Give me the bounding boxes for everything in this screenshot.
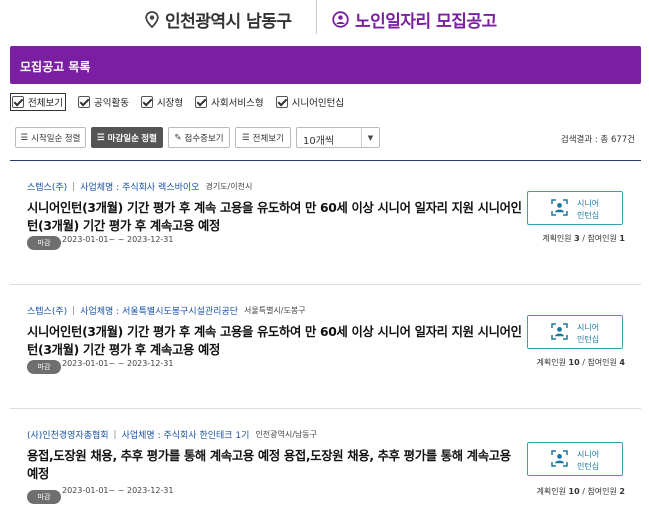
post-period: 2023-01-01~ ~ 2023-12-31 [62, 359, 174, 368]
sort-by-start-button[interactable]: ☰ 시작일순 정렬 [15, 127, 86, 148]
checkbox-checked-icon [275, 96, 288, 108]
region-name: 인천광역시 남동구 [165, 12, 292, 32]
checkbox-checked-icon [77, 96, 90, 108]
post-title[interactable]: 시니어인턴(3개월) 기간 평가 후 계속 고용을 유도하여 만 60세 이상 … [27, 323, 523, 359]
filter-public-activity-checkbox[interactable]: 공익활동 [77, 95, 129, 109]
caret-down-icon: ▼ [361, 128, 379, 147]
job-type-button[interactable]: 시니어 인턴십 [527, 315, 623, 349]
post-period: 2023-01-01~ ~ 2023-12-31 [62, 235, 174, 244]
list-top-rule [10, 160, 641, 161]
headcount: 계획인원 3 / 참여인원 1 [542, 234, 625, 243]
page-size-value: 10개씩 [303, 136, 335, 147]
filter-social-service-checkbox[interactable]: 사회서비스형 [195, 95, 264, 109]
filter-checkboxes: 전체보기 공익활동 시장형 사회서비스형 시니어인턴십 [10, 93, 356, 111]
post-period: 2023-01-01~ ~ 2023-12-31 [62, 486, 174, 495]
list-icon: ☰ [97, 132, 105, 142]
header-divider [316, 0, 317, 34]
checkbox-checked-icon [12, 96, 24, 108]
checkbox-checked-icon [195, 96, 208, 108]
org-name[interactable]: 스텝스(주) [27, 180, 67, 193]
business-name: 사업체명 : 주식회사 렉스바이오 [80, 183, 200, 193]
job-type-button[interactable]: 시니어 인턴십 [527, 191, 623, 225]
site-header: 인천광역시 남동구 노인일자리 모집공고 [0, 0, 649, 40]
list-title: 모집공고 목록 [20, 60, 91, 74]
pencil-icon: ✎ [174, 132, 182, 142]
page-size-select[interactable]: 10개씩 ▼ [296, 127, 380, 148]
filter-all-checkbox[interactable]: 전체보기 [10, 93, 66, 111]
service-title[interactable]: 노인일자리 모집공고 [332, 7, 497, 32]
service-name: 노인일자리 모집공고 [355, 12, 497, 32]
location: 인천광역시/남동구 [255, 430, 318, 439]
checkbox-checked-icon [140, 96, 153, 108]
person-frame-icon [551, 323, 568, 340]
job-type-button[interactable]: 시니어 인턴십 [527, 442, 623, 476]
status-badge: 마감 [27, 360, 61, 374]
status-badge: 마감 [27, 490, 61, 504]
post-meta: (사)인천경영자총협회 | 사업체명 : 주식회사 한인테크 1기 인천광역시/… [27, 428, 318, 442]
accepting-only-button[interactable]: ✎ 접수중보기 [168, 127, 230, 148]
business-name: 사업체명 : 서울특별시도봉구시설관리공단 [80, 307, 238, 317]
item-divider [10, 284, 641, 285]
meta-separator: | [72, 305, 76, 316]
filter-senior-intern-checkbox[interactable]: 시니어인턴십 [275, 95, 344, 109]
list-icon: ☰ [20, 132, 29, 142]
person-frame-icon [551, 199, 568, 216]
person-frame-icon [551, 450, 568, 467]
item-divider [10, 408, 641, 409]
location: 경기도/이천시 [205, 182, 253, 191]
business-name: 사업체명 : 주식회사 한인테크 1기 [121, 431, 250, 441]
list-title-bar: 모집공고 목록 [10, 46, 641, 84]
result-count: 검색결과 : 총 677건 [560, 135, 635, 145]
person-icon [332, 11, 349, 28]
sort-toolbar: ☰ 시작일순 정렬 ☰ 마감일순 정렬 ✎ 접수중보기 ☰ 전체보기 10개씩 … [15, 127, 641, 148]
post-meta: 스텝스(주) | 사업체명 : 주식회사 렉스바이오 경기도/이천시 [27, 180, 253, 194]
list-icon: ☰ [242, 132, 250, 142]
meta-separator: | [72, 181, 76, 192]
headcount: 계획인원 10 / 참여인원 4 [536, 358, 625, 367]
location: 서울특별시/도봉구 [244, 306, 306, 315]
region-selector[interactable]: 인천광역시 남동구 [145, 7, 292, 32]
post-title[interactable]: 용접,도장원 채용, 추후 평가를 통해 계속고용 예정 용접,도장원 채용, … [27, 447, 523, 483]
post-title[interactable]: 시니어인턴(3개월) 기간 평가 후 계속 고용을 유도하여 만 60세 이상 … [27, 199, 523, 235]
post-meta: 스텝스(주) | 사업체명 : 서울특별시도봉구시설관리공단 서울특별시/도봉구 [27, 304, 306, 318]
status-badge: 마감 [27, 236, 61, 250]
filter-market-checkbox[interactable]: 시장형 [140, 95, 183, 109]
org-name[interactable]: 스텝스(주) [27, 304, 67, 317]
view-all-button[interactable]: ☰ 전체보기 [235, 127, 291, 148]
sort-by-deadline-button[interactable]: ☰ 마감일순 정렬 [91, 127, 163, 148]
location-pin-icon [145, 11, 159, 28]
headcount: 계획인원 10 / 참여인원 2 [536, 487, 625, 496]
meta-separator: | [113, 429, 117, 440]
org-name[interactable]: (사)인천경영자총협회 [27, 428, 109, 441]
